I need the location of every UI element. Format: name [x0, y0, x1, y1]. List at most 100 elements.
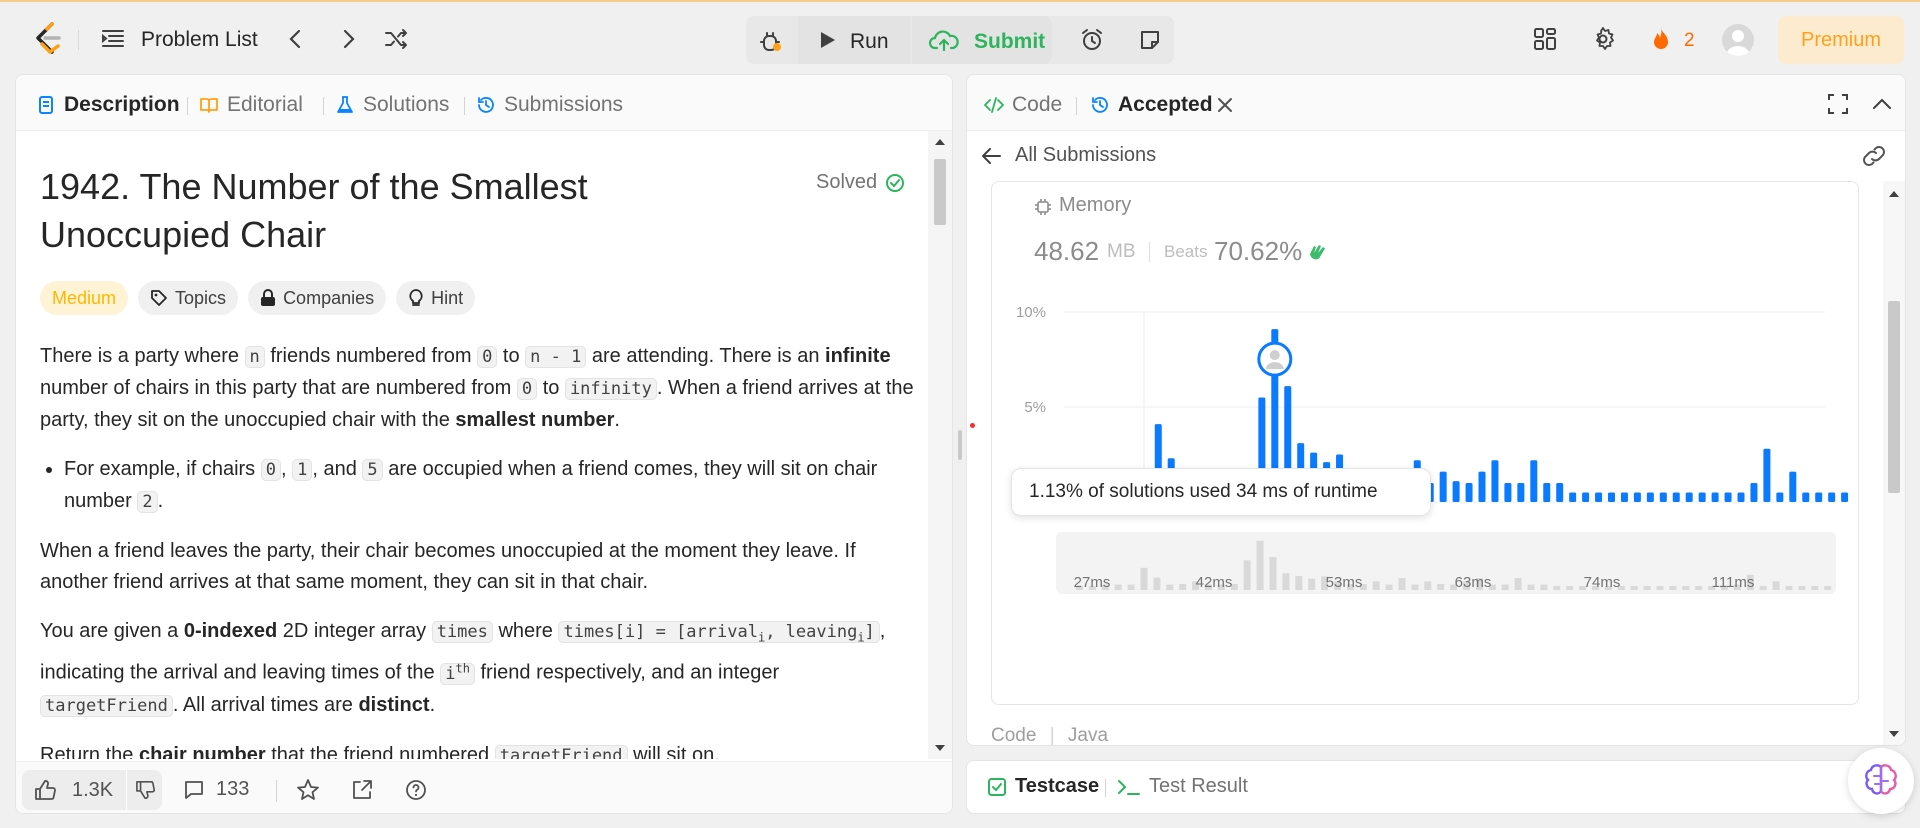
- user-icon: [1726, 30, 1750, 56]
- maximize-icon[interactable]: [1827, 93, 1849, 115]
- avatar[interactable]: [1722, 24, 1754, 56]
- submission-scrollbar[interactable]: [1883, 181, 1905, 745]
- chart-bar[interactable]: [1556, 483, 1564, 502]
- scroll-down-icon[interactable]: [934, 743, 946, 753]
- chart-bar[interactable]: [1802, 492, 1810, 503]
- chevron-left-icon[interactable]: [283, 26, 309, 52]
- tab-solutions[interactable]: Solutions: [335, 91, 449, 119]
- topics-chip[interactable]: Topics: [138, 281, 239, 315]
- divider: [1076, 97, 1077, 115]
- scrollbar-thumb[interactable]: [1888, 301, 1900, 493]
- chart-bar[interactable]: [1724, 492, 1732, 503]
- scroll-down-icon[interactable]: [1888, 729, 1900, 739]
- notes-button[interactable]: [1126, 16, 1174, 64]
- history-icon: [478, 97, 494, 113]
- marker-avatar-head: [1269, 350, 1280, 361]
- shuffle-icon[interactable]: [383, 26, 409, 52]
- chart-bar[interactable]: [1491, 460, 1499, 502]
- all-submissions-link[interactable]: All Submissions: [1015, 144, 1156, 167]
- ai-assistant-button[interactable]: [1848, 748, 1914, 814]
- chart-bar[interactable]: [1517, 483, 1525, 502]
- chart-bar[interactable]: [1620, 492, 1628, 503]
- chart-bar[interactable]: [1530, 460, 1538, 502]
- run-button[interactable]: Run: [798, 16, 910, 64]
- companies-chip[interactable]: Companies: [248, 281, 387, 315]
- beats-label: Beats: [1164, 242, 1208, 261]
- description-scrollbar[interactable]: [928, 131, 952, 759]
- tab-test-result[interactable]: Test Result: [1117, 775, 1248, 798]
- chart-bar[interactable]: [1711, 492, 1719, 503]
- help-icon[interactable]: [404, 778, 428, 802]
- chart-bar[interactable]: [1452, 481, 1460, 502]
- tab-testcase[interactable]: Testcase: [987, 775, 1099, 798]
- chart-bar[interactable]: [1504, 483, 1512, 502]
- chart-bar[interactable]: [1828, 492, 1836, 503]
- right-tabbar: Code Accepted: [967, 75, 1905, 131]
- submit-button[interactable]: Submit: [912, 16, 1052, 64]
- chart-bar[interactable]: [1478, 471, 1486, 502]
- chart-bar[interactable]: [1750, 483, 1758, 502]
- share-icon[interactable]: [350, 778, 374, 802]
- chart-bar[interactable]: [1646, 492, 1654, 503]
- star-icon[interactable]: [296, 778, 320, 802]
- comment-count[interactable]: 133: [216, 778, 249, 801]
- chart-bar[interactable]: [1608, 492, 1615, 503]
- fire-icon[interactable]: [1648, 26, 1674, 52]
- chart-bar[interactable]: [1685, 492, 1693, 503]
- tab-submissions[interactable]: Submissions: [476, 91, 623, 119]
- chart-bar[interactable]: [1595, 492, 1603, 503]
- tab-accepted[interactable]: Accepted: [1090, 91, 1213, 119]
- chart-bar[interactable]: [1841, 492, 1849, 503]
- scroll-up-icon[interactable]: [1888, 189, 1900, 199]
- chart-bar[interactable]: [1659, 492, 1667, 503]
- debug-button[interactable]: [746, 16, 796, 64]
- panel-resize-handle[interactable]: [958, 430, 962, 460]
- comment-icon[interactable]: [182, 778, 206, 802]
- overview-bar: [1527, 584, 1535, 590]
- code-label: Code: [991, 725, 1037, 746]
- chart-bar[interactable]: [1543, 483, 1551, 502]
- overview-bar: [1682, 586, 1690, 590]
- like-button[interactable]: 1.3K: [22, 770, 162, 810]
- timer-button[interactable]: [1068, 16, 1116, 64]
- chart-bar[interactable]: [1763, 448, 1771, 502]
- memory-label: Memory: [1059, 194, 1132, 216]
- chip-label: Medium: [52, 287, 117, 308]
- description-icon: [39, 96, 53, 114]
- collapse-icon[interactable]: [1871, 93, 1893, 115]
- chevron-right-icon[interactable]: [335, 26, 361, 52]
- chip-icon: [1035, 199, 1051, 215]
- scrollbar-thumb[interactable]: [934, 159, 946, 225]
- list-icon[interactable]: [100, 26, 126, 52]
- chart-bar[interactable]: [1439, 471, 1447, 502]
- chart-bar[interactable]: [1737, 492, 1745, 503]
- chart-bar[interactable]: [1582, 492, 1590, 503]
- close-icon[interactable]: [1217, 97, 1233, 113]
- chart-bar[interactable]: [1789, 471, 1797, 502]
- overview-bar: [1772, 581, 1780, 590]
- distribution-overview-slider[interactable]: 27ms 42ms 53ms 63ms 74ms 111ms: [1056, 532, 1836, 594]
- chart-bar[interactable]: [1776, 492, 1784, 503]
- premium-button[interactable]: Premium: [1778, 16, 1904, 64]
- streak-count[interactable]: 2: [1684, 30, 1695, 52]
- layout-icon[interactable]: [1532, 26, 1558, 52]
- chart-bar[interactable]: [1633, 492, 1641, 503]
- hint-chip[interactable]: Hint: [396, 281, 476, 315]
- chart-bar[interactable]: [1698, 492, 1706, 503]
- overview-bar: [1153, 577, 1161, 590]
- tab-code[interactable]: Code: [984, 91, 1062, 119]
- problem-list-link[interactable]: Problem List: [141, 28, 258, 52]
- chart-bar[interactable]: [1465, 483, 1473, 502]
- divider: [1105, 779, 1106, 797]
- arrow-left-icon[interactable]: [980, 145, 1002, 167]
- tab-description[interactable]: Description: [36, 91, 180, 119]
- leetcode-logo-icon[interactable]: [30, 20, 66, 56]
- chart-bar[interactable]: [1672, 492, 1680, 503]
- gear-icon[interactable]: [1590, 26, 1616, 52]
- tab-editorial[interactable]: Editorial: [199, 91, 303, 119]
- chart-bar[interactable]: [1815, 492, 1823, 503]
- chart-bar[interactable]: [1569, 492, 1577, 503]
- link-icon[interactable]: [1861, 145, 1887, 167]
- scroll-up-icon[interactable]: [934, 137, 946, 147]
- dislike-button[interactable]: [126, 770, 162, 810]
